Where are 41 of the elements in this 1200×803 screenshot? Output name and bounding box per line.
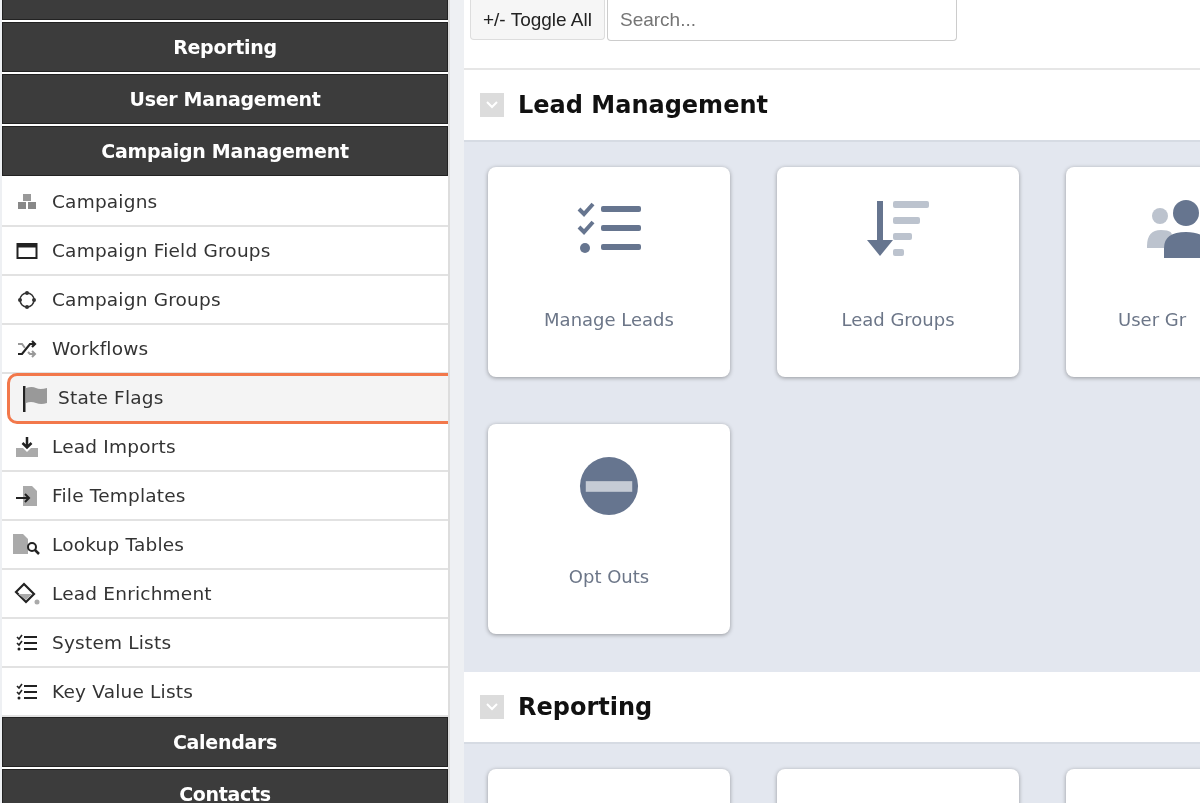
sidebar-item[interactable]: Lead Imports [2,423,448,472]
search-field[interactable]: Search... [607,0,957,41]
menu-group-header[interactable]: User Management [2,74,448,124]
checklist-icon [16,633,38,652]
sort-descending-icon [866,199,930,259]
tile-label: Lead Groups [841,309,955,330]
section-title: Reporting [518,693,653,721]
cubes-icon [16,192,38,211]
users-icon [1146,199,1200,259]
sidebar-item[interactable]: System Lists [2,619,448,668]
sidebar-item[interactable]: State Flags [8,374,448,423]
sidebar-item[interactable]: Campaign Groups [2,276,448,325]
download-icon [14,435,40,458]
nodes-icon [16,289,38,310]
section-title: Lead Management [518,91,768,119]
tile-card[interactable]: Manage Leads [488,167,730,377]
sidebar-item[interactable]: Lookup Tables [2,521,448,570]
tile-label: Manage Leads [544,309,674,330]
window-icon [16,241,38,260]
sidebar-item[interactable]: Campaigns [2,178,448,227]
file-arrow-icon [15,484,39,507]
tile-card[interactable]: User Gr [1066,167,1200,377]
tile-card[interactable]: Lead Groups [777,167,1019,377]
tile-card[interactable]: Opt Outs [488,424,730,634]
sidebar-item[interactable]: Lead Enrichment [2,570,448,619]
menu-group-header[interactable]: Calendars [2,717,448,767]
paint-bucket-icon [13,581,41,606]
checklist-icon [16,682,38,701]
sidebar-item[interactable]: File Templates [2,472,448,521]
menu-group-header[interactable]: Contacts [2,769,448,803]
chevron-icon[interactable] [480,93,504,117]
tile-label: Opt Outs [568,566,650,587]
sidebar-item[interactable]: Campaign Field Groups [2,227,448,276]
shuffle-icon [16,339,38,358]
minus-circle-icon [578,456,640,516]
file-search-icon [12,532,42,557]
toggle-all-button[interactable]: +/- Toggle All [470,0,605,40]
menu-group-header[interactable]: Reporting [2,22,448,72]
chevron-icon[interactable] [480,695,504,719]
tile-label: User Gr [1117,309,1187,330]
menu-group-header[interactable]: Campaign Management [2,126,448,176]
